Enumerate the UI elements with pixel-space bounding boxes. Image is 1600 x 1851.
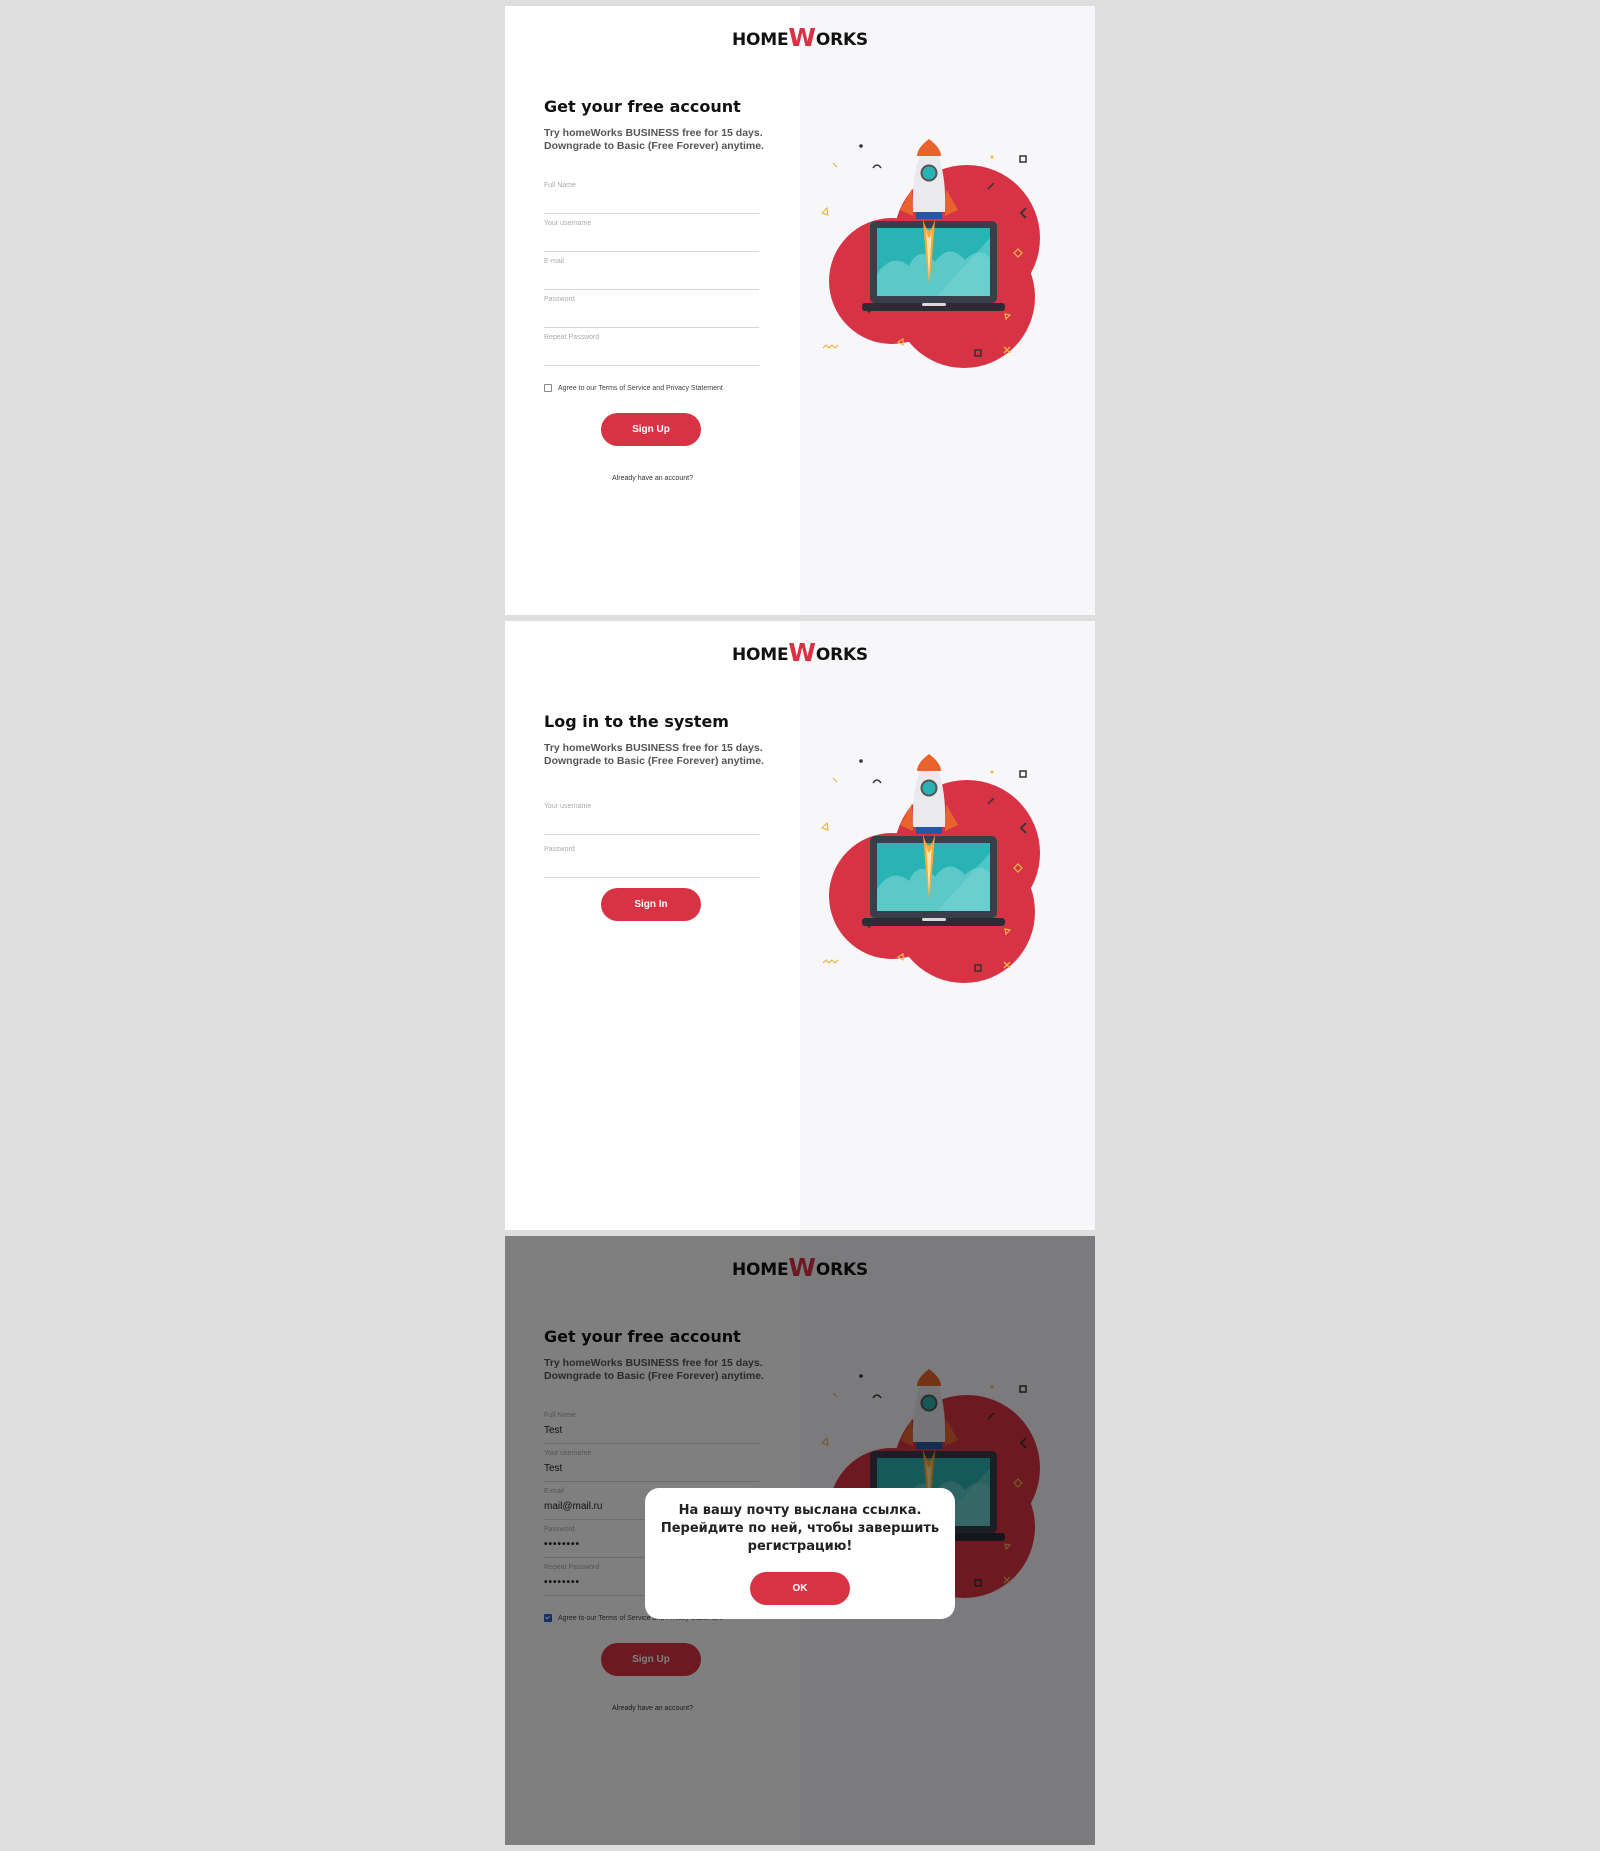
logo-prefix: HOME — [732, 30, 789, 50]
password-field[interactable]: Password — [544, 846, 759, 878]
page-title: Get your free account — [544, 97, 741, 116]
logo-suffix: ORKS — [815, 30, 868, 50]
username-label: Your username — [544, 220, 592, 227]
login-screen: HOMEWORKS Log in to the system Try homeW… — [505, 621, 1095, 1230]
rocket-laptop-illustration — [820, 139, 1040, 368]
subtitle-line: Try homeWorks BUSINESS free for 15 days. — [544, 127, 763, 139]
confirmation-dialog: На вашу почту выслана ссылка. Перейдите … — [645, 1488, 955, 1619]
repeat-password-label: Repeat Password — [544, 334, 600, 341]
dialog-message-line: На вашу почту выслана ссылка. — [678, 1503, 922, 1518]
signup-confirmation-screen: HOMEWORKS Get your free account Try home… — [505, 1236, 1095, 1845]
logo-suffix: ORKS — [815, 645, 868, 665]
full-name-field[interactable]: Full Name — [544, 182, 759, 214]
dialog-message: На вашу почту выслана ссылка. Перейдите … — [645, 1502, 955, 1556]
logo-w: W — [788, 638, 816, 667]
password-label: Password — [544, 846, 575, 853]
homeworks-logo: HOMEWORKS — [505, 637, 1095, 667]
rocket-window — [920, 164, 938, 182]
username-field[interactable]: Your username — [544, 220, 759, 252]
full-name-label: Full Name — [544, 182, 576, 189]
page-title: Log in to the system — [544, 712, 729, 731]
homeworks-logo: HOMEWORKS — [505, 22, 1095, 52]
email-label: E-mail — [544, 258, 564, 265]
repeat-password-field[interactable]: Repeat Password — [544, 334, 759, 366]
subtitle-line: Try homeWorks BUSINESS free for 15 days. — [544, 742, 763, 754]
already-have-account-link[interactable]: Already have an account? — [505, 475, 800, 482]
rocket-window — [920, 779, 938, 797]
logo-w: W — [788, 23, 816, 52]
username-field[interactable]: Your username — [544, 803, 759, 835]
sign-up-button[interactable]: Sign Up — [601, 413, 701, 446]
dialog-message-line: регистрацию! — [747, 1539, 853, 1554]
agree-terms[interactable]: Agree to our Terms of Service and Privac… — [544, 384, 723, 392]
password-label: Password — [544, 296, 575, 303]
dialog-message-line: Перейдите по ней, чтобы завершить — [660, 1521, 940, 1536]
rocket-laptop-illustration — [820, 754, 1040, 983]
page-subtitle: Try homeWorks BUSINESS free for 15 days.… — [544, 742, 784, 768]
subtitle-line: Downgrade to Basic (Free Forever) anytim… — [544, 140, 764, 152]
password-field[interactable]: Password — [544, 296, 759, 328]
signup-screen: HOMEWORKS Get your free account Try home… — [505, 6, 1095, 615]
subtitle-line: Downgrade to Basic (Free Forever) anytim… — [544, 755, 764, 767]
logo-prefix: HOME — [732, 645, 789, 665]
ok-button[interactable]: OK — [750, 1572, 850, 1605]
username-label: Your username — [544, 803, 592, 810]
email-field[interactable]: E-mail — [544, 258, 759, 290]
sign-in-button[interactable]: Sign In — [601, 888, 701, 921]
page-subtitle: Try homeWorks BUSINESS free for 15 days.… — [544, 127, 784, 153]
agree-label: Agree to our Terms of Service and Privac… — [558, 384, 723, 392]
agree-checkbox[interactable] — [544, 384, 552, 392]
